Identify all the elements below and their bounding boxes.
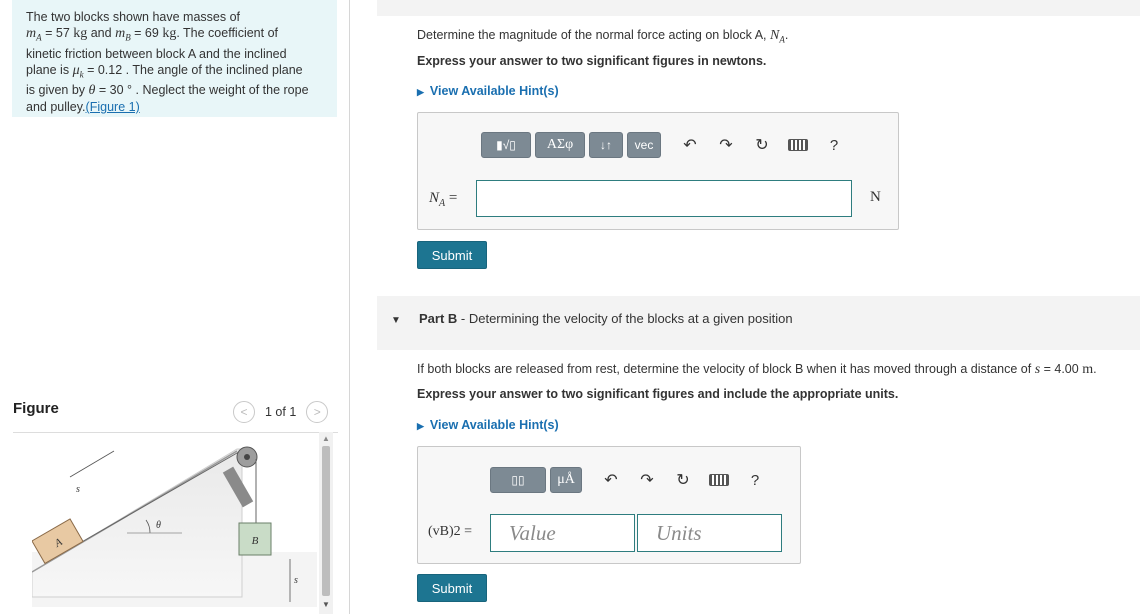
- part-a-question-end: .: [784, 28, 789, 42]
- figure-image: B A s θ s: [31, 437, 317, 607]
- mass-b-symbol: m: [115, 26, 126, 41]
- hints-caret-icon: ▶: [417, 87, 424, 97]
- s-dimension-line: [69, 450, 115, 478]
- units-placeholder: Units: [656, 521, 702, 545]
- problem-statement: The two blocks shown have masses of mA =…: [12, 0, 337, 117]
- vec-button[interactable]: vec: [627, 132, 661, 158]
- part-a-submit-button[interactable]: Submit: [417, 241, 487, 269]
- distance-unit: m: [1082, 362, 1094, 377]
- keyboard-icon[interactable]: [706, 467, 732, 493]
- templates-button[interactable]: ▮√▯: [481, 132, 531, 158]
- help-icon[interactable]: ?: [742, 467, 768, 493]
- redo-icon[interactable]: ↷: [634, 467, 660, 493]
- next-figure-button[interactable]: >: [306, 401, 329, 423]
- problem-line-1: The two blocks shown have masses of: [26, 10, 240, 24]
- problem-line-5-start: is given by: [26, 83, 89, 97]
- hints-caret-icon: ▶: [417, 421, 424, 431]
- updown-button[interactable]: ↓↑: [589, 132, 623, 158]
- problem-line-4: plane is μk = 0.12 . The angle of the in…: [26, 62, 323, 83]
- s-right-label: s: [294, 575, 298, 586]
- theta-label: θ: [156, 520, 161, 531]
- normal-force-symbol: N: [769, 28, 780, 43]
- mass-a-symbol: m: [26, 26, 37, 41]
- part-a-question-text: Determine the magnitude of the normal fo…: [417, 28, 770, 42]
- reset-icon[interactable]: ↻: [749, 132, 775, 158]
- units-input[interactable]: Units: [637, 514, 782, 552]
- problem-line-3: kinetic friction between block A and the…: [26, 46, 287, 61]
- part-b-hints-link[interactable]: ▶ View Available Hint(s): [417, 418, 559, 432]
- input-label-equals: =: [445, 190, 458, 206]
- problem-line-6: and pulley.(Figure 1): [26, 99, 323, 115]
- scroll-up-icon[interactable]: ▲: [322, 434, 330, 443]
- templates-button[interactable]: ▯▯: [490, 467, 546, 493]
- part-b-title[interactable]: Part B - Determining the velocity of the…: [419, 311, 793, 326]
- part-b-express: Express your answer to two significant f…: [417, 387, 899, 401]
- panel-divider[interactable]: [349, 0, 350, 614]
- problem-line-2-end: . The coefficient of: [176, 26, 278, 40]
- reset-icon[interactable]: ↻: [670, 467, 696, 493]
- part-a-toolbar: ▮√▯ ΑΣφ ↓↑ vec ↶ ↷ ↻ ?: [481, 132, 857, 158]
- mass-a-unit: kg: [73, 26, 88, 41]
- scroll-down-icon[interactable]: ▼: [322, 600, 330, 609]
- incline-diagram: B A s θ s: [31, 446, 317, 607]
- problem-line-6-start: and pulley.: [26, 100, 86, 114]
- part-b-submit-button[interactable]: Submit: [417, 574, 487, 602]
- redo-icon[interactable]: ↷: [713, 132, 739, 158]
- help-icon[interactable]: ?: [821, 132, 847, 158]
- figure-title: Figure: [13, 400, 59, 417]
- prev-figure-button[interactable]: <: [233, 401, 255, 423]
- greek-button[interactable]: ΑΣφ: [535, 132, 585, 158]
- figure-pager: < 1 of 1 >: [233, 401, 329, 423]
- part-a-express: Express your answer to two significant f…: [417, 54, 767, 68]
- part-b-toolbar: ▯▯ μÅ ↶ ↷ ↻ ?: [490, 467, 778, 493]
- problem-line-2: mA = 57 kg and mB = 69 kg. The coefficie…: [26, 25, 323, 46]
- part-b-question: If both blocks are released from rest, d…: [417, 362, 1097, 378]
- part-a-hints-label: View Available Hint(s): [429, 84, 559, 98]
- undo-icon[interactable]: ↶: [677, 132, 703, 158]
- figure-scrollbar[interactable]: ▲ ▼: [319, 432, 333, 614]
- part-b-question-text: If both blocks are released from rest, d…: [417, 362, 1035, 376]
- value-input[interactable]: Value: [490, 514, 635, 552]
- part-a-hints-link[interactable]: ▶ View Available Hint(s): [417, 84, 559, 98]
- part-a-question: Determine the magnitude of the normal fo…: [417, 28, 788, 45]
- part-a-unit: N: [870, 189, 881, 205]
- figure-link[interactable]: (Figure 1): [86, 100, 140, 114]
- block-b-label: B: [252, 535, 259, 547]
- problem-line-5-end: = 30 ° . Neglect the weight of the rope: [95, 83, 309, 97]
- part-a-input-label: NA =: [429, 190, 457, 209]
- part-b-hints-label: View Available Hint(s): [429, 418, 559, 432]
- part-b-title-rest: - Determining the velocity of the blocks…: [457, 311, 793, 326]
- and-text: and: [87, 26, 116, 40]
- problem-line-5: is given by θ = 30 ° . Neglect the weigh…: [26, 82, 323, 99]
- mass-a-value: = 57: [41, 26, 74, 40]
- distance-value: = 4.00: [1040, 362, 1083, 376]
- mass-b-unit: kg: [162, 26, 177, 41]
- s-left-label: s: [76, 484, 80, 495]
- problem-line-4-start: plane is: [26, 62, 73, 77]
- part-b-input-label: (vB)2 =: [428, 524, 473, 539]
- units-button[interactable]: μÅ: [550, 467, 582, 493]
- part-a-header-band: [377, 0, 1140, 16]
- pager-text: 1 of 1: [265, 405, 297, 419]
- keyboard-icon[interactable]: [785, 132, 811, 158]
- figure-divider: [13, 432, 338, 433]
- input-label-symbol: N: [429, 190, 440, 206]
- pulley-hub: [244, 454, 250, 460]
- undo-icon[interactable]: ↶: [598, 467, 624, 493]
- problem-line-4-end: = 0.12 . The angle of the inclined plane: [83, 62, 303, 77]
- part-b-collapse-icon[interactable]: ▼: [391, 315, 401, 326]
- mass-b-value: = 69: [130, 26, 163, 40]
- part-b-question-end: .: [1093, 362, 1097, 376]
- value-placeholder: Value: [509, 521, 556, 545]
- part-b-title-bold: Part B: [419, 311, 458, 326]
- part-a-answer-input[interactable]: [476, 180, 852, 217]
- scroll-thumb[interactable]: [322, 446, 330, 596]
- mu-symbol: μ: [72, 62, 80, 78]
